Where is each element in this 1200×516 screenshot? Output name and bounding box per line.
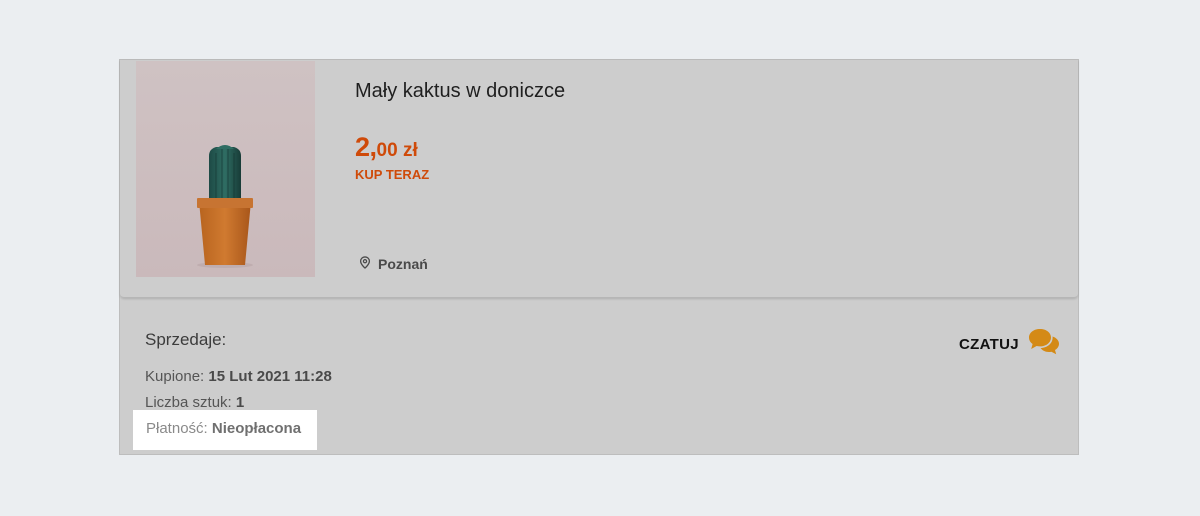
- payment-label: Płatność:: [146, 420, 212, 437]
- quantity-label: Liczba sztuk:: [145, 394, 236, 411]
- location-pin-icon: [359, 256, 371, 272]
- payment-status-value: Nieopłacona: [211, 420, 302, 437]
- chat-button[interactable]: CZATUJ: [959, 327, 1060, 362]
- order-card: Mały kaktus w doniczce 2,00 zł KUP TERAZ…: [119, 59, 1079, 455]
- bought-value: 15 Lut 2021 11:28: [208, 368, 332, 385]
- product-image[interactable]: [136, 61, 315, 277]
- product-price: 2,00 zł: [355, 132, 418, 163]
- buy-type-label: KUP TERAZ: [355, 167, 430, 182]
- bought-label: Kupione:: [145, 368, 209, 385]
- quantity-row: Liczba sztuk: 1: [145, 394, 244, 411]
- price-fraction: 00 zł: [376, 140, 418, 161]
- product-title[interactable]: Mały kaktus w doniczce: [355, 80, 565, 103]
- product-panel[interactable]: Mały kaktus w doniczce 2,00 zł KUP TERAZ…: [120, 60, 1078, 298]
- quantity-value: 1: [235, 394, 245, 411]
- chat-label: CZATUJ: [959, 336, 1019, 353]
- location-label: Poznań: [378, 256, 428, 272]
- product-location: Poznań: [359, 256, 428, 272]
- price-integer: 2,: [355, 132, 377, 162]
- payment-status-row: Płatność: Nieopłacona: [146, 420, 301, 437]
- bought-date-row: Kupione: 15 Lut 2021 11:28: [145, 368, 332, 385]
- chat-bubbles-icon: [1028, 327, 1060, 362]
- seller-label: Sprzedaje:: [145, 330, 227, 349]
